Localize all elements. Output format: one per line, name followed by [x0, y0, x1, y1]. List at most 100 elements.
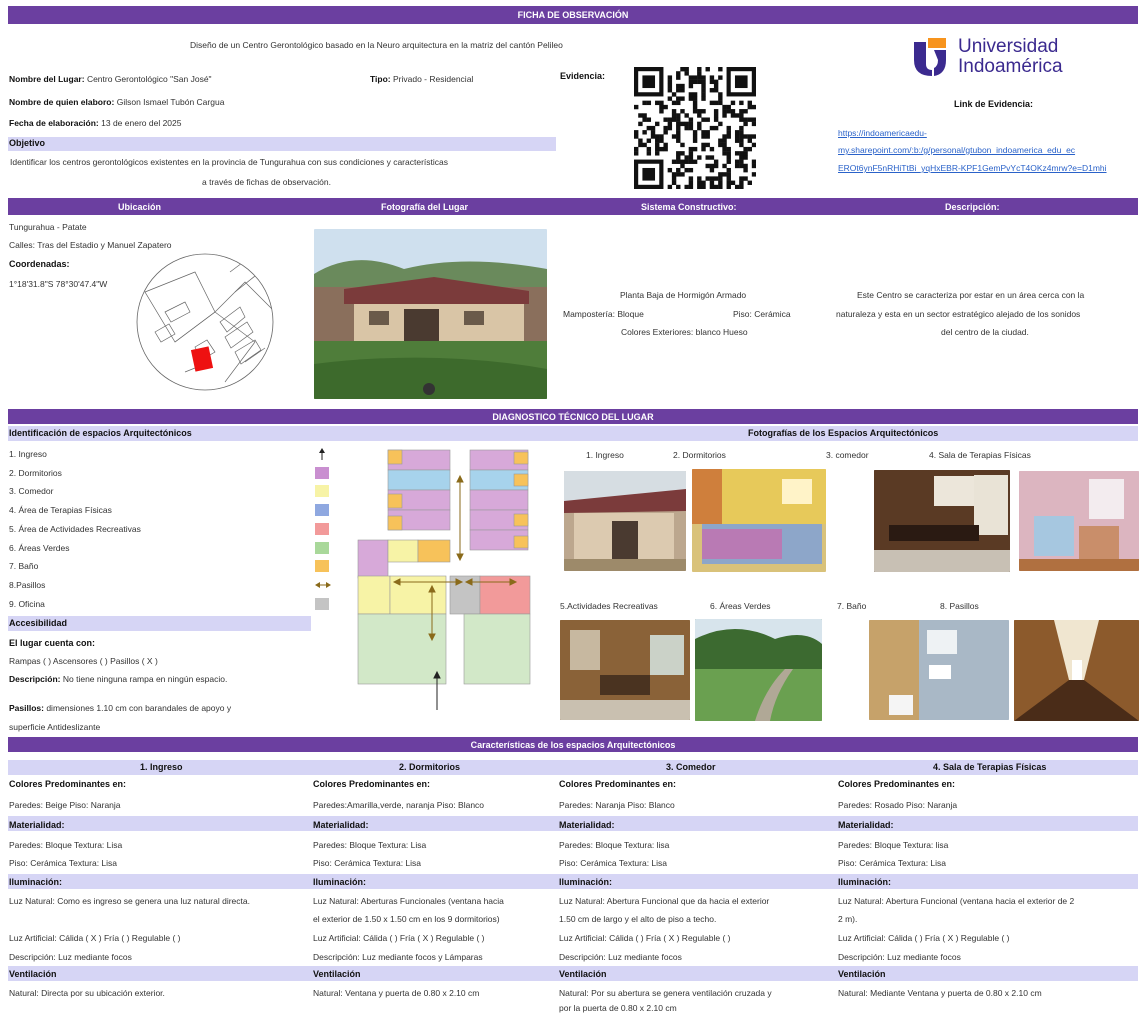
column-colors: Paredes:Amarilla,verde, naranja Piso: Bl…	[313, 800, 485, 810]
title-bar: FICHA DE OBSERVACIÓN	[8, 6, 1138, 24]
column-vent-label: Ventilación	[9, 969, 57, 979]
column-title: 4. Sala de Terapias Físicas	[933, 762, 1047, 772]
column-mat1: Paredes: Bloque Textura: Lisa	[313, 840, 427, 850]
column-ilum4: Descripción: Luz mediante focos	[9, 952, 132, 962]
column-mat1: Paredes: Bloque Textura: lisa	[838, 840, 949, 850]
space-item-label: 9. Oficina	[9, 599, 45, 609]
qr-code-icon[interactable]	[634, 67, 757, 190]
column-mat2: Piso: Cerámica Textura: Lisa	[313, 858, 422, 868]
photo-bathroom	[869, 620, 1009, 720]
column-colors: Paredes: Rosado Piso: Naranja	[838, 800, 958, 810]
space-item-label: 7. Baño	[9, 561, 39, 571]
evidence-link-line2[interactable]: my.sharepoint.com/:b:/g/personal/gtubon_…	[838, 145, 1075, 156]
construction-floor: Piso: Cerámica	[733, 309, 791, 319]
coordinates-value: 1°18'31.8"S 78°30'47.4"W	[9, 279, 108, 289]
column-mat1: Paredes: Bloque Textura: Lisa	[9, 840, 123, 850]
corridor-description: Pasillos: dimensiones 1.10 cm con barand…	[9, 703, 232, 713]
objective-text-line1: Identificar los centros gerontológicos e…	[10, 157, 448, 167]
project-subtitle: Diseño de un Centro Gerontológico basado…	[190, 40, 563, 50]
description-line3: del centro de la ciudad.	[941, 327, 1029, 337]
photo-dining	[874, 470, 1010, 572]
color-swatch	[315, 467, 329, 479]
photo-header: Fotografía del Lugar	[381, 202, 469, 212]
evidence-link-line3[interactable]: EROt6ynF5nRHiTtBi_yqHxEBR-KPF1GemPvYcT4O…	[838, 163, 1107, 174]
description-line2: naturaleza y esta en un sector estratégi…	[836, 309, 1081, 319]
column-ilum-label: Iluminación:	[9, 877, 63, 887]
column-title: 1. Ingreso	[140, 762, 183, 772]
place-field: Nombre del Lugar: Centro Gerontológico "…	[9, 74, 212, 84]
space-item-label: 5. Área de Actividades Recreativas	[9, 524, 141, 534]
corridor-arrow-icon	[315, 579, 331, 591]
color-swatch	[315, 485, 329, 497]
column-ilum2: 2 m).	[838, 914, 858, 924]
column-ilum1: Luz Natural: Aberturas Funcionales (vent…	[313, 896, 504, 906]
column-ilum4: Descripción: Luz mediante focos	[559, 952, 682, 962]
column-vent1: Natural: Directa por su ubicación exteri…	[9, 988, 165, 998]
column-mat2: Piso: Cerámica Textura: Lisa	[838, 858, 947, 868]
accessibility-options: Rampas ( ) Ascensores ( ) Pasillos ( X )	[9, 656, 158, 666]
photo-recreation	[560, 620, 690, 720]
column-vent-label: Ventilación	[313, 969, 361, 979]
column-mat2: Piso: Cerámica Textura: Lisa	[9, 858, 118, 868]
column-colors: Paredes: Beige Piso: Naranja	[9, 800, 121, 810]
caption-corridors: 8. Pasillos	[940, 601, 979, 611]
column-vent1: Natural: Mediante Ventana y puerta de 0.…	[838, 988, 1042, 998]
objective-text-line2: a través de fichas de observación.	[202, 177, 331, 187]
photos-header: Fotografías de los Espacios Arquitectóni…	[748, 428, 939, 438]
caption-therapy: 4. Sala de Terapias Físicas	[929, 450, 1031, 460]
site-map	[135, 252, 275, 392]
color-swatch	[315, 598, 329, 610]
university-logo-icon	[913, 38, 947, 76]
location-header: Ubicación	[118, 202, 162, 212]
column-ilum3: Luz Artificial: Cálida ( X ) Fría ( ) Re…	[9, 933, 181, 943]
column-ilum1: Luz Natural: Abertura Funcional que da h…	[559, 896, 770, 906]
column-vent-label: Ventilación	[559, 969, 607, 979]
type-field: Tipo: Privado - Residencial	[370, 74, 474, 84]
corridor-description-2: superficie Antideslizante	[9, 722, 101, 732]
coordinates-label: Coordenadas:	[9, 259, 70, 269]
photo-entrance	[564, 471, 686, 571]
accessibility-title: Accesibilidad	[9, 618, 68, 628]
caption-entrance: 1. Ingreso	[586, 450, 624, 460]
objective-band	[8, 137, 556, 151]
color-swatch	[315, 542, 329, 554]
caption-bedrooms: 2. Dormitorios	[673, 450, 726, 460]
characteristics-bar: Características de los espacios Arquitec…	[8, 737, 1138, 752]
column-colors-label: Colores Predominantes en:	[9, 779, 127, 789]
column-ilum-label: Iluminación:	[559, 877, 613, 887]
diagnostic-bar: DIAGNOSTICO TÉCNICO DEL LUGAR	[8, 409, 1138, 424]
space-item-label: 1. Ingreso	[9, 449, 47, 459]
photo-corridors	[1014, 620, 1139, 721]
column-ilum3: Luz Artificial: Cálida ( ) Fría ( X ) Re…	[838, 933, 1010, 943]
link-label: Link de Evidencia:	[954, 99, 1034, 109]
column-ilum-label: Iluminación:	[838, 877, 892, 887]
photo-green-areas	[695, 619, 822, 721]
spaces-header: Identificación de espacios Arquitectónic…	[9, 428, 192, 438]
floor-plan-diagram	[356, 448, 541, 713]
column-mat-label: Materialidad:	[9, 820, 65, 830]
author-field: Nombre de quien elaboro: Gilson Ismael T…	[9, 97, 225, 107]
column-colors-label: Colores Predominantes en:	[559, 779, 677, 789]
construction-line1: Planta Baja de Hormigón Armado	[620, 290, 747, 300]
column-vent1: Natural: Por su abertura se genera venti…	[559, 988, 772, 998]
caption-dining: 3. comedor	[826, 450, 869, 460]
construction-colors: Colores Exteriores: blanco Hueso	[621, 327, 748, 337]
evidence-label: Evidencia:	[560, 71, 606, 81]
column-mat-label: Materialidad:	[838, 820, 894, 830]
evidence-link-line1[interactable]: https://indoamericaedu-	[838, 128, 927, 139]
logo-text-line1: Universidad	[958, 36, 1059, 57]
column-title: 3. Comedor	[666, 762, 716, 772]
color-swatch	[315, 504, 329, 516]
column-mat2: Piso: Cerámica Textura: Lisa	[559, 858, 668, 868]
space-item-label: 2. Dormitorios	[9, 468, 62, 478]
photo-therapy	[1019, 471, 1139, 571]
facility-photo	[314, 229, 547, 399]
space-item-label: 3. Comedor	[9, 486, 54, 496]
column-ilum2: el exterior de 1.50 x 1.50 cm en los 9 d…	[313, 914, 500, 924]
color-swatch	[315, 560, 329, 572]
location-province: Tungurahua - Patate	[9, 222, 87, 232]
column-ilum3: Luz Artificial: Cálida ( ) Fría ( X ) Re…	[559, 933, 731, 943]
column-ilum2: 1.50 cm de largo y el alto de piso a tec…	[559, 914, 717, 924]
construction-header: Sistema Constructivo:	[641, 202, 737, 212]
description-header: Descripción:	[945, 202, 1000, 212]
